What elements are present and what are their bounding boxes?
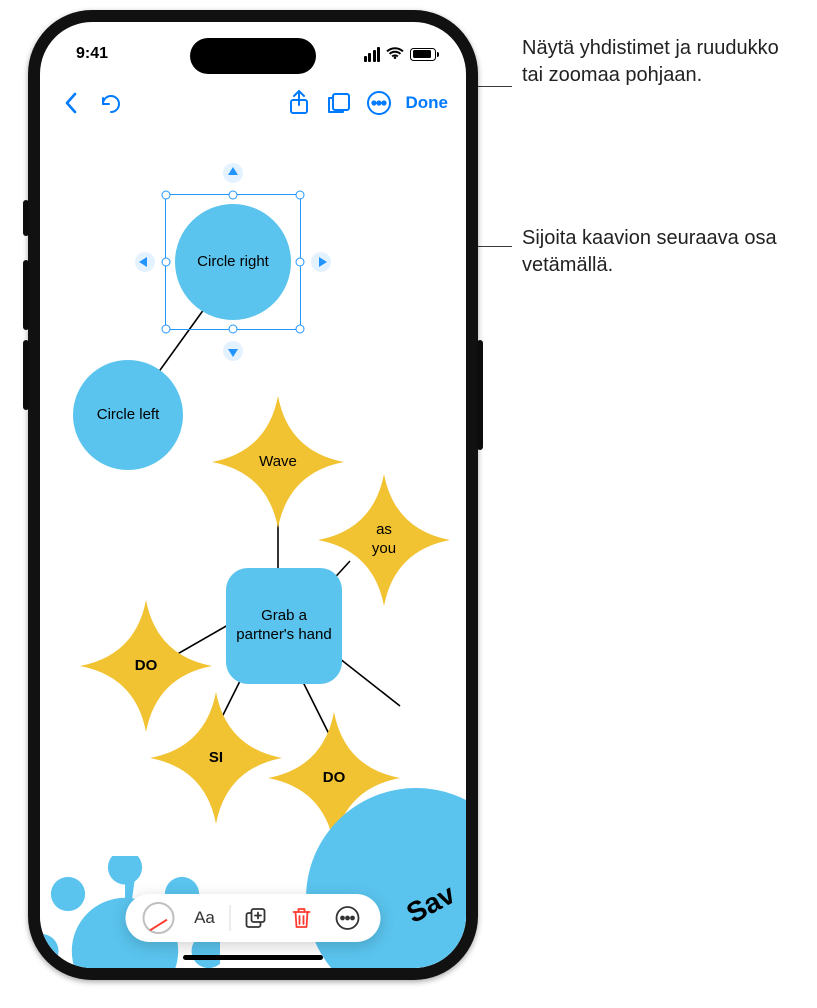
no-fill-swatch-icon — [143, 902, 175, 934]
cellular-icon — [364, 47, 381, 62]
shape-context-toolbar: Aa — [126, 894, 381, 942]
diagram-canvas[interactable]: Circle right Circle left Wave as you — [40, 126, 466, 968]
node-label: Grab a partner's hand — [236, 607, 332, 645]
wifi-icon — [386, 47, 404, 61]
text-style-label: Aa — [194, 908, 215, 928]
node-label: DO — [323, 769, 346, 788]
iphone-frame: 9:41 — [28, 10, 478, 980]
node-label: Circle right — [197, 253, 269, 272]
silent-switch — [23, 200, 29, 236]
node-circle-left[interactable]: Circle left — [73, 360, 183, 470]
home-indicator — [183, 955, 323, 960]
drag-arrow-down[interactable] — [222, 340, 244, 362]
node-si[interactable]: SI — [150, 692, 282, 824]
text-style-button[interactable]: Aa — [184, 899, 226, 937]
share-button[interactable] — [282, 86, 316, 120]
view-options-button[interactable] — [322, 86, 356, 120]
delete-button[interactable] — [281, 899, 323, 937]
node-label: SI — [209, 749, 223, 768]
node-label: as you — [364, 521, 404, 559]
app-toolbar: Done — [40, 80, 466, 126]
side-button — [477, 340, 483, 450]
fill-color-button[interactable] — [138, 899, 180, 937]
drag-arrow-left[interactable] — [134, 251, 156, 273]
dynamic-island — [190, 38, 316, 74]
volume-up-button — [23, 260, 29, 330]
divider — [230, 905, 231, 931]
duplicate-button[interactable] — [235, 899, 277, 937]
node-circle-right[interactable]: Circle right — [175, 204, 291, 320]
node-label: Circle left — [97, 406, 160, 425]
callout-drag-next: Sijoita kaavion seuraava osa vetämällä. — [522, 225, 792, 279]
node-label: DO — [135, 657, 158, 676]
node-grab-partner[interactable]: Grab a partner's hand — [226, 568, 342, 684]
drag-arrow-right[interactable] — [310, 251, 332, 273]
context-more-button[interactable] — [327, 899, 369, 937]
battery-icon — [410, 48, 436, 61]
drag-arrow-up[interactable] — [222, 162, 244, 184]
volume-down-button — [23, 340, 29, 410]
status-time: 9:41 — [76, 45, 108, 63]
undo-button[interactable] — [94, 86, 128, 120]
done-button[interactable]: Done — [402, 93, 453, 113]
back-button[interactable] — [54, 86, 88, 120]
callout-view-options: Näytä yhdistimet ja ruudukko tai zoomaa … — [522, 35, 792, 89]
node-label: Wave — [259, 453, 297, 472]
more-button[interactable] — [362, 86, 396, 120]
